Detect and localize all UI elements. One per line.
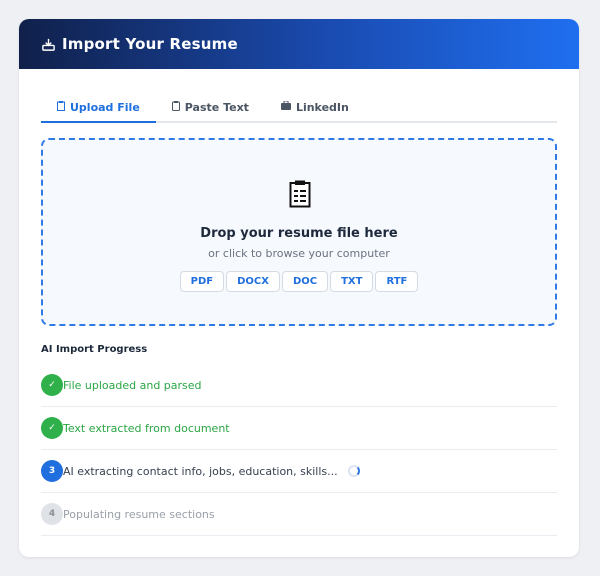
format-badge-txt: TXT bbox=[330, 271, 374, 292]
loading-spinner-icon bbox=[347, 465, 360, 477]
step-number-badge: 4 bbox=[41, 503, 63, 525]
dropzone-title: Drop your resume file here bbox=[200, 226, 398, 241]
import-tabs: Upload File Paste Text LinkedIn bbox=[41, 93, 557, 123]
step-text: AI extracting contact info, jobs, educat… bbox=[63, 464, 338, 478]
tab-label: Upload File bbox=[70, 100, 140, 114]
tab-linkedin[interactable]: LinkedIn bbox=[265, 93, 365, 121]
tab-label: Paste Text bbox=[184, 100, 249, 114]
import-resume-card: Import Your Resume Upload File Paste Tex… bbox=[19, 19, 579, 557]
check-icon: ✓ bbox=[41, 417, 63, 439]
progress-step: 4 Populating resume sections bbox=[41, 493, 557, 536]
format-badge-rtf: RTF bbox=[375, 271, 419, 292]
format-badge-docx: DOCX bbox=[226, 271, 280, 292]
progress-title: AI Import Progress bbox=[41, 344, 148, 355]
format-list: PDF DOCX DOC TXT RTF bbox=[43, 271, 555, 292]
progress-step: 3 AI extracting contact info, jobs, educ… bbox=[41, 450, 557, 493]
progress-steps: ✓ File uploaded and parsed ✓ Text extrac… bbox=[41, 364, 557, 536]
step-text: Text extracted from document bbox=[63, 421, 230, 435]
tab-paste-text[interactable]: Paste Text bbox=[156, 93, 265, 121]
step-number-badge: 3 bbox=[41, 460, 63, 482]
page-title: Import Your Resume bbox=[62, 35, 238, 53]
clipboard-icon bbox=[57, 100, 65, 114]
document-icon bbox=[289, 180, 311, 208]
progress-step: ✓ File uploaded and parsed bbox=[41, 364, 557, 407]
check-icon: ✓ bbox=[41, 374, 63, 396]
dropzone-subtitle: or click to browse your computer bbox=[208, 247, 390, 260]
file-dropzone[interactable]: Drop your resume file here or click to b… bbox=[41, 138, 557, 326]
briefcase-icon bbox=[280, 100, 291, 113]
card-header: Import Your Resume bbox=[19, 19, 579, 69]
tab-label: LinkedIn bbox=[295, 100, 349, 114]
format-badge-doc: DOC bbox=[281, 271, 329, 292]
clipboard-paste-icon bbox=[171, 100, 180, 114]
format-badge-pdf: PDF bbox=[179, 271, 225, 292]
step-text: Populating resume sections bbox=[63, 507, 215, 521]
tab-upload-file[interactable]: Upload File bbox=[41, 93, 156, 123]
step-text: File uploaded and parsed bbox=[63, 378, 202, 392]
inbox-tray-icon bbox=[41, 37, 56, 52]
progress-step: ✓ Text extracted from document bbox=[41, 407, 557, 450]
